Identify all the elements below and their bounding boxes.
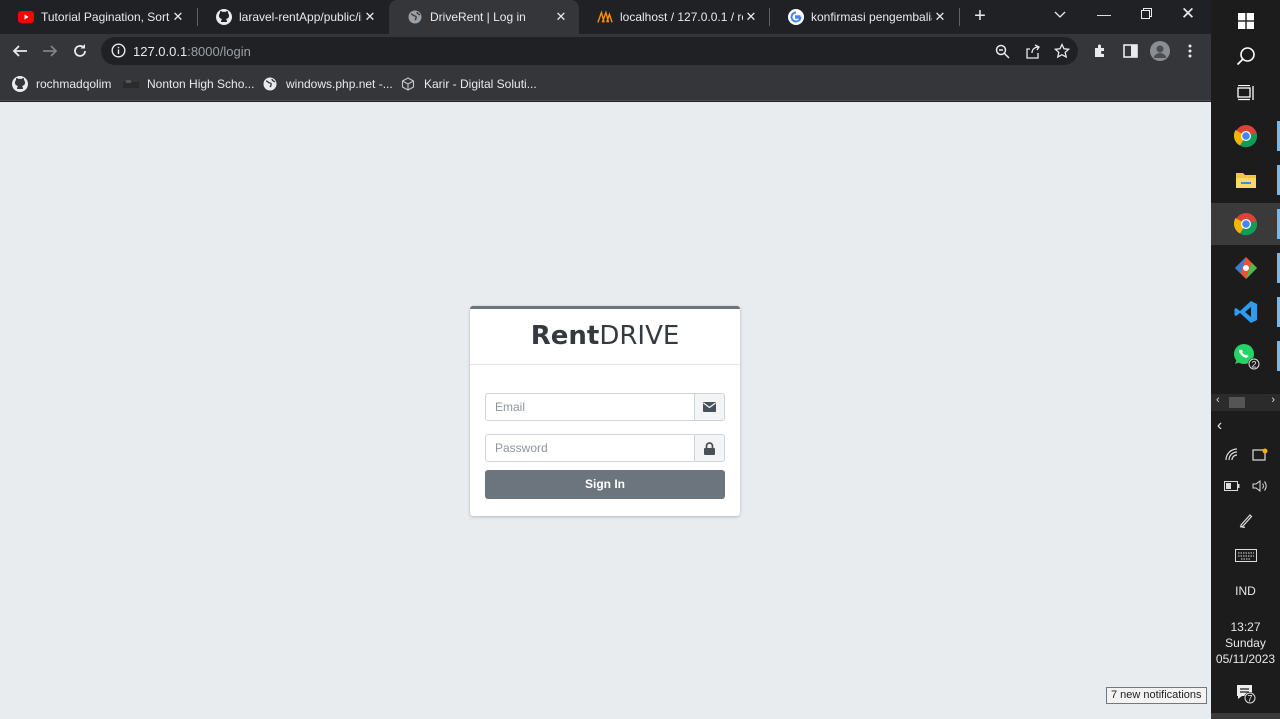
restore-button[interactable] [1126,0,1166,30]
tab-separator [959,8,960,26]
bookmark-label: Nonton High Scho... [147,77,255,91]
window-close-button[interactable]: ✕ [1168,0,1208,30]
page-viewport: RentDRIVE Sign In [0,102,1211,719]
windows-taskbar: 2 ‹ › ‹ IND 13:27 Sunday 05/11/2023 7 [1211,0,1280,719]
phpmyadmin-icon [597,9,613,25]
tab-strip: Tutorial Pagination, Sortin ✕ laravel-re… [0,0,1211,34]
bookmark-label: rochmadqolim [36,77,112,91]
github-icon [216,9,232,25]
show-hidden-icons-icon[interactable]: ‹ [1185,417,1254,435]
envelope-icon [694,393,725,421]
zoom-icon[interactable] [989,38,1015,64]
tab-title: DriveRent | Log in [430,10,526,24]
url-text: 127.0.0.1:8000/login [133,44,251,59]
back-button[interactable] [7,38,33,64]
tab-google[interactable]: konfirmasi pengembalian ✕ [770,0,958,34]
google-icon [788,9,804,25]
pen-icon[interactable] [1211,512,1280,531]
search-icon[interactable] [1211,35,1280,77]
whatsapp-badge: 2 [1251,360,1256,370]
browser-toolbar: 127.0.0.1:8000/login [0,34,1211,68]
sign-in-button[interactable]: Sign In [485,470,725,499]
chrome-app-icon[interactable] [1211,115,1280,157]
clock-time[interactable]: 13:27 [1211,620,1280,634]
globe-icon [407,9,423,25]
git-app-icon[interactable] [1211,247,1280,289]
tab-title: laravel-rentApp/public/im [239,10,362,24]
taskbar-scrollbar[interactable]: ‹ › [1211,394,1280,411]
tab-title: Tutorial Pagination, Sortin [41,10,170,24]
notification-center-icon[interactable]: 7 [1211,683,1280,708]
url-host: 127.0.0.1 [133,44,188,59]
bookmark-item[interactable]: Karir - Digital Soluti... [400,76,537,92]
tab-driverent[interactable]: DriveRent | Log in ✕ [389,0,579,34]
chevron-right-icon[interactable]: › [1271,394,1275,406]
network-status-icon[interactable] [1225,448,1280,465]
show-desktop-button[interactable] [1211,713,1280,719]
password-group [485,434,725,462]
volume-icon[interactable] [1225,480,1280,495]
keyboard-icon[interactable] [1211,549,1280,565]
bookmark-label: windows.php.net -... [286,77,393,91]
notification-count: 7 [1247,694,1252,704]
login-card: RentDRIVE Sign In [470,306,740,516]
chevron-left-icon[interactable]: ‹ [1216,394,1220,406]
forward-button[interactable] [37,38,63,64]
globe-icon [262,76,278,92]
scrollbar-thumb[interactable] [1229,397,1245,408]
youtube-icon [18,9,34,25]
bookmark-item[interactable]: windows.php.net -... [262,76,393,92]
brand-light: DRIVE [599,321,680,351]
site-icon [123,76,139,92]
bookmark-label: Karir - Digital Soluti... [424,77,537,91]
email-group [485,393,725,421]
close-icon[interactable]: ✕ [362,9,378,25]
browser-window: Tutorial Pagination, Sortin ✕ laravel-re… [0,0,1211,719]
close-icon[interactable]: ✕ [170,9,186,25]
lock-icon [694,434,725,462]
tab-title: localhost / 127.0.0.1 / ren [620,10,743,24]
tab-phpmyadmin[interactable]: localhost / 127.0.0.1 / ren ✕ [579,0,769,34]
menu-icon[interactable] [1177,38,1203,64]
close-icon[interactable]: ✕ [553,9,569,25]
close-icon[interactable]: ✕ [932,9,948,25]
close-icon[interactable]: ✕ [743,9,759,25]
address-bar[interactable]: 127.0.0.1:8000/login [101,37,1078,65]
tab-title: konfirmasi pengembalian [811,10,932,24]
share-icon[interactable] [1019,38,1045,64]
task-view-icon[interactable] [1211,72,1280,114]
brand-logo[interactable]: RentDRIVE [470,309,740,365]
tab-search-button[interactable] [1040,0,1080,30]
reload-button[interactable] [67,38,93,64]
github-icon [12,76,28,92]
bookmark-star-icon[interactable] [1049,38,1075,64]
file-explorer-icon[interactable] [1211,159,1280,201]
tab-tutorial[interactable]: Tutorial Pagination, Sortin ✕ [0,0,196,34]
clock-day[interactable]: Sunday [1211,636,1280,650]
url-path: :8000/login [187,44,251,59]
language-indicator[interactable]: IND [1211,584,1280,598]
clock-date[interactable]: 05/11/2023 [1211,652,1280,666]
notification-tooltip: 7 new notifications [1106,687,1207,704]
tab-github[interactable]: laravel-rentApp/public/im ✕ [198,0,388,34]
new-tab-button[interactable]: + [968,5,992,29]
bookmarks-bar: rochmadqolim Nonton High Scho... windows… [0,68,1211,101]
brand-bold: Rent [530,321,600,351]
profile-avatar[interactable] [1147,38,1173,64]
side-panel-icon[interactable] [1117,38,1143,64]
bookmark-item[interactable]: Nonton High Scho... [123,76,254,92]
minimize-button[interactable]: — [1084,0,1124,30]
info-icon[interactable] [111,43,126,63]
bookmark-item[interactable]: rochmadqolim [12,76,111,92]
extensions-icon[interactable] [1087,38,1113,64]
cube-icon [400,76,416,92]
email-input[interactable] [485,393,694,421]
chrome-app-active-icon[interactable] [1211,203,1280,245]
whatsapp-app-icon[interactable]: 2 [1211,335,1280,377]
password-input[interactable] [485,434,694,462]
vscode-app-icon[interactable] [1211,291,1280,333]
